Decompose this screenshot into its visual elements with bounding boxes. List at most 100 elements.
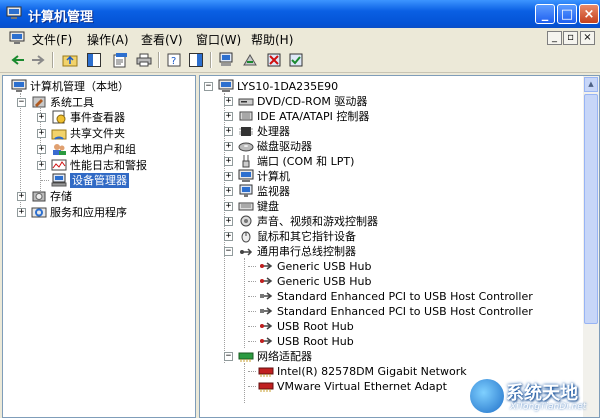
network-icon (238, 349, 254, 363)
window-title: 计算机管理 (28, 10, 94, 25)
tree-line (248, 311, 256, 312)
scroll-up-arrow-icon[interactable]: ▲ (584, 77, 598, 92)
expand-icon[interactable]: + (224, 157, 233, 166)
usb-hub-icon (258, 334, 274, 348)
device-item-label: USB Root Hub (277, 320, 354, 333)
console-tree-icon[interactable] (188, 52, 204, 68)
usb-icon (238, 244, 254, 258)
expand-icon[interactable]: + (224, 187, 233, 196)
up-folder-icon[interactable] (62, 52, 78, 68)
port-icon (238, 154, 254, 168)
computer-management-icon (6, 6, 22, 19)
update-driver-icon[interactable] (242, 52, 258, 68)
expand-icon[interactable]: + (224, 172, 233, 181)
tree-item-label: 设备管理器 (70, 173, 129, 189)
properties-icon[interactable] (112, 52, 128, 68)
tree-line (248, 371, 256, 372)
expand-icon[interactable]: + (224, 217, 233, 226)
enable-device-icon[interactable] (288, 52, 304, 68)
tree-item-label: 存储 (50, 189, 72, 203)
toolbar-separator (210, 52, 212, 68)
mouse-icon (238, 229, 254, 243)
minimize-button[interactable]: _ (535, 4, 555, 24)
expand-icon[interactable]: + (37, 160, 46, 170)
collapse-icon[interactable]: − (204, 82, 213, 91)
device-item-label: 计算机 (257, 170, 290, 183)
menu-file[interactable]: 文件(F) (32, 31, 72, 48)
collapse-icon[interactable]: − (17, 97, 26, 107)
expand-icon[interactable]: + (224, 142, 233, 151)
shared-folder-icon (51, 126, 67, 140)
expand-icon[interactable]: + (224, 97, 233, 106)
monitor-icon (238, 184, 254, 198)
toolbar-separator (158, 52, 160, 68)
tree-item-label: 本地用户和组 (70, 142, 136, 156)
performance-icon (51, 158, 67, 172)
expand-icon[interactable]: + (224, 232, 233, 241)
mdi-minimize-button[interactable]: _ (547, 31, 562, 45)
menu-window[interactable]: 窗口(W) (196, 31, 241, 48)
vertical-scrollbar[interactable]: ▲ (583, 76, 599, 417)
device-item-label: Generic USB Hub (277, 260, 372, 273)
usb-hub-icon (258, 274, 274, 288)
device-item-label: 端口 (COM 和 LPT) (257, 155, 355, 168)
system-tools-icon (31, 95, 47, 109)
maximize-button[interactable]: □ (557, 4, 577, 24)
computer-management-icon[interactable] (9, 31, 25, 45)
computer-icon (238, 169, 254, 183)
usb-hub-icon (258, 319, 274, 333)
tree-item-label: 性能日志和警报 (70, 158, 147, 172)
collapse-icon[interactable]: − (224, 247, 233, 256)
expand-icon[interactable]: + (37, 129, 46, 139)
uninstall-icon[interactable] (266, 52, 282, 68)
device-item-label: DVD/CD-ROM 驱动器 (257, 95, 368, 108)
ide-icon (238, 109, 254, 123)
tree-line (244, 363, 245, 403)
expand-icon[interactable]: + (224, 127, 233, 136)
forward-arrow-icon[interactable] (30, 52, 46, 68)
device-manager-icon (51, 173, 67, 187)
tree-line (41, 180, 49, 182)
expand-icon[interactable]: + (37, 144, 46, 154)
device-item-label: LYS10-1DA235E90 (237, 80, 339, 93)
mdi-restore-button[interactable]: ▫ (563, 31, 578, 45)
tree-item-label: 系统工具 (50, 95, 94, 109)
usb-controller-icon (258, 289, 274, 303)
help-icon[interactable]: ? (166, 52, 182, 68)
sound-icon (238, 214, 254, 228)
scrollbar-thumb[interactable] (584, 94, 598, 324)
console-tree-pane[interactable]: 计算机管理（本地） − 系统工具 + 事件查看器 + 共享文件夹 + 本地用户和组 + 性能日志和警… (2, 75, 196, 418)
close-button[interactable]: × (579, 4, 599, 24)
device-item-label: 磁盘驱动器 (257, 140, 312, 153)
tree-line (248, 266, 256, 267)
watermark-logo-icon (470, 379, 504, 413)
collapse-icon[interactable]: − (224, 352, 233, 361)
print-icon[interactable] (136, 52, 152, 68)
device-item-label: 鼠标和其它指针设备 (257, 230, 356, 243)
device-item-label: VMware Virtual Ethernet Adapt (277, 380, 447, 393)
scan-hardware-icon[interactable] (218, 52, 234, 68)
menu-view[interactable]: 查看(V) (141, 31, 183, 48)
tree-item-label: 计算机管理（本地） (30, 80, 129, 93)
watermark: 系统天地 XiTongTianDi.net (470, 377, 600, 418)
keyboard-icon (238, 199, 254, 213)
computer-management-icon (11, 79, 27, 93)
show-tree-icon[interactable] (86, 52, 102, 68)
device-item-label: Standard Enhanced PCI to USB Host Contro… (277, 305, 533, 318)
expand-icon[interactable]: + (224, 202, 233, 211)
expand-icon[interactable]: + (37, 113, 46, 123)
device-tree-pane[interactable]: − LYS10-1DA235E90 + DVD/CD-ROM 驱动器 + IDE ATA/… (199, 75, 600, 418)
mdi-close-button[interactable]: × (580, 31, 595, 45)
disk-icon (238, 139, 254, 153)
tree-item-label: 共享文件夹 (70, 127, 125, 141)
processor-icon (238, 124, 254, 138)
device-item-label: USB Root Hub (277, 335, 354, 348)
expand-icon[interactable]: + (17, 207, 26, 217)
menu-action[interactable]: 操作(A) (87, 31, 129, 48)
menu-help[interactable]: 帮助(H) (251, 31, 293, 48)
back-arrow-icon[interactable] (10, 52, 26, 68)
device-item-label: Generic USB Hub (277, 275, 372, 288)
expand-icon[interactable]: + (17, 191, 26, 201)
expand-icon[interactable]: + (224, 112, 233, 121)
services-icon (31, 205, 47, 219)
